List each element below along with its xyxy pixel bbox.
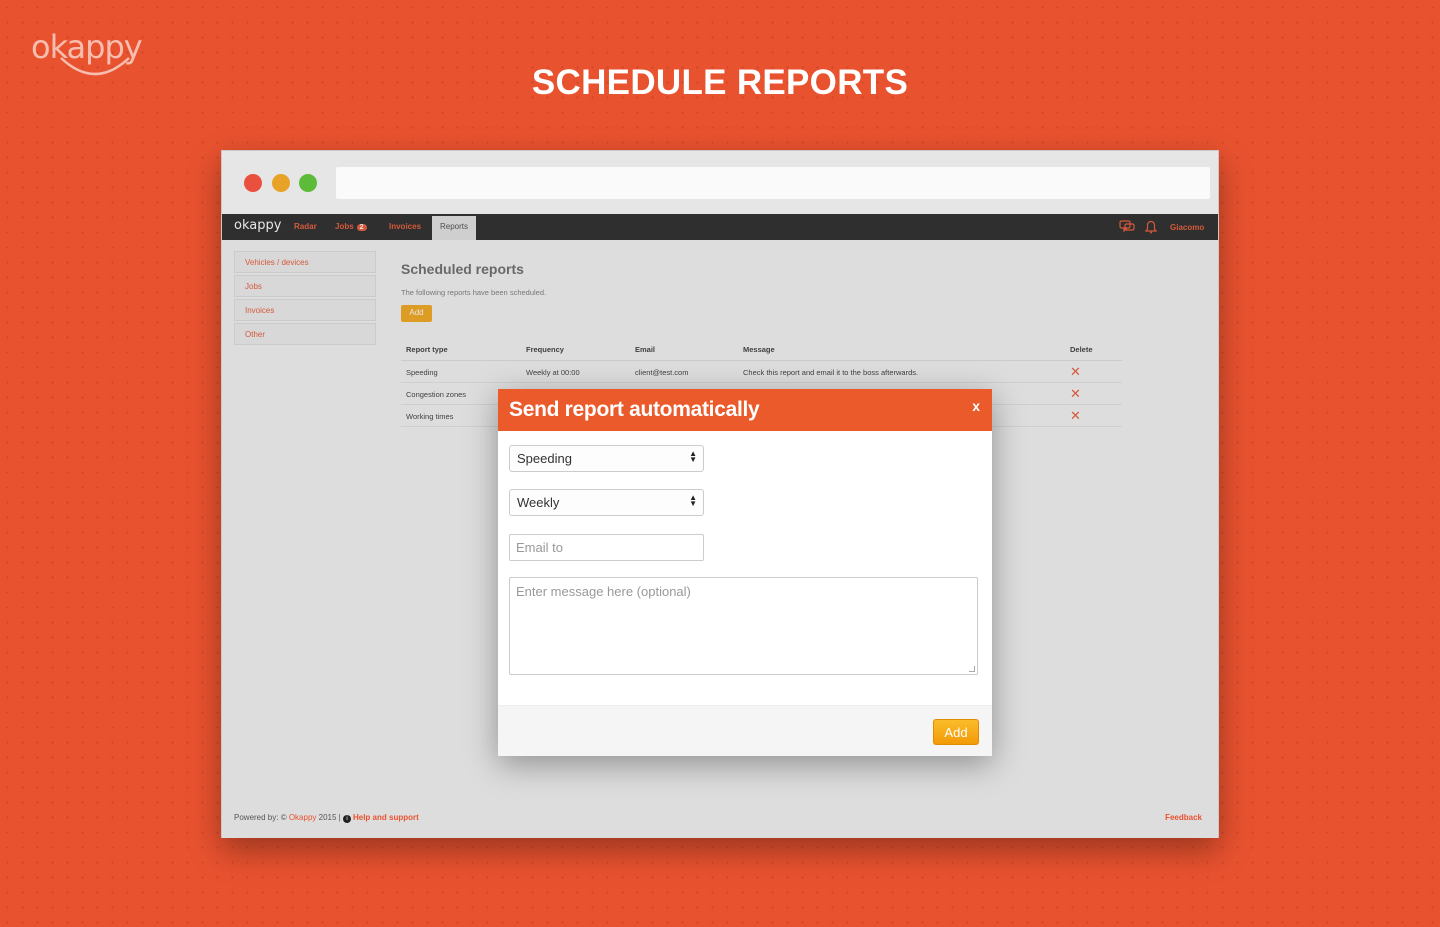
resize-handle[interactable] [969, 666, 975, 672]
maximize-window-button[interactable] [299, 174, 317, 192]
message-textarea[interactable]: Enter message here (optional) [509, 577, 978, 675]
modal-title: Send report automatically [509, 398, 760, 421]
select-arrows-icon: ▲ ▼ [689, 493, 697, 508]
hero-title: SCHEDULE REPORTS [531, 63, 909, 102]
modal-header: Send report automatically x [498, 389, 992, 431]
help-and-support-link[interactable]: Help and support [353, 813, 419, 822]
message-placeholder: Enter message here (optional) [516, 584, 691, 599]
app-footer: Powered by: © Okappy 2015 | i Help and su… [234, 813, 1202, 823]
footer-powered-prefix: Powered by: © [234, 813, 287, 822]
email-to-input[interactable]: Email to [509, 534, 704, 561]
frequency-value: Weekly [517, 495, 560, 510]
feedback-link[interactable]: Feedback [1165, 813, 1202, 822]
minimize-window-button[interactable] [272, 174, 290, 192]
footer-okappy-link[interactable]: Okappy [289, 813, 317, 822]
modal-footer: Add [498, 705, 992, 756]
report-type-value: Speeding [517, 451, 572, 466]
brand-logo: okappy [31, 28, 143, 76]
select-arrows-icon: ▲ ▼ [689, 449, 697, 464]
browser-chrome [222, 151, 1218, 214]
address-bar[interactable] [336, 167, 1210, 199]
report-type-select[interactable]: Speeding ▲ ▼ [509, 445, 704, 472]
footer-powered-suffix: 2015 | [318, 813, 341, 822]
close-window-button[interactable] [244, 174, 262, 192]
info-icon: i [342, 815, 351, 823]
send-report-modal: Send report automatically x Speeding ▲ ▼ … [498, 389, 992, 756]
modal-close-button[interactable]: x [972, 398, 980, 414]
modal-add-button[interactable]: Add [933, 719, 979, 745]
frequency-select[interactable]: Weekly ▲ ▼ [509, 489, 704, 516]
